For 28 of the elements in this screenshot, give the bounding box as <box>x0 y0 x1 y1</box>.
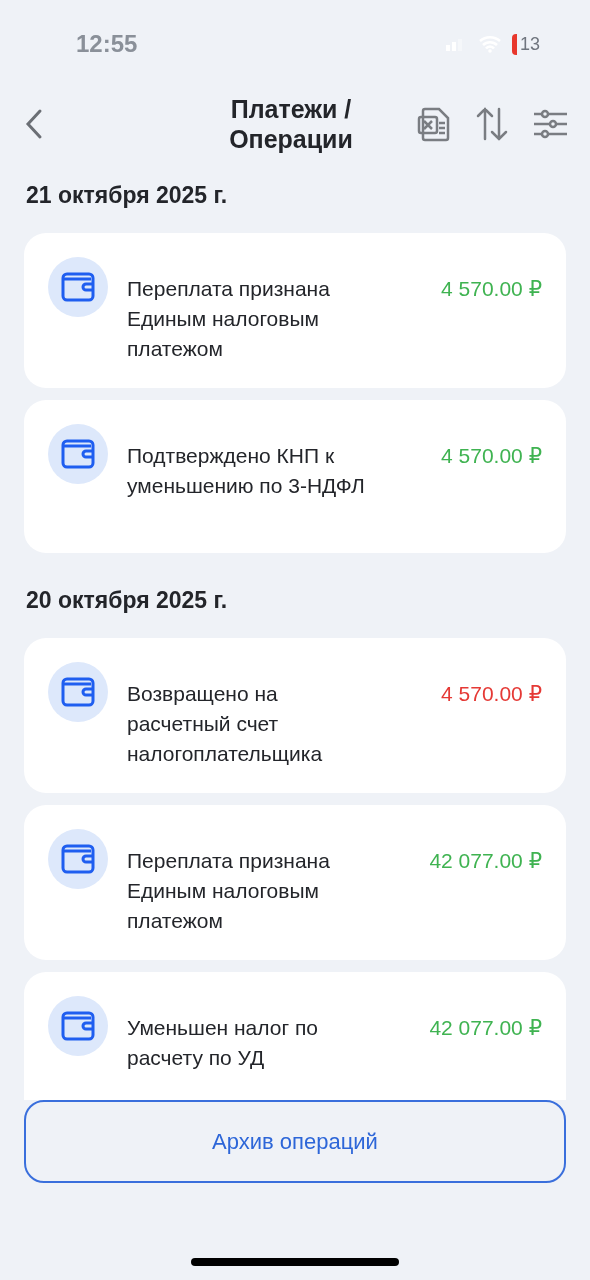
battery-level: 13 <box>511 33 540 55</box>
excel-export-button[interactable] <box>416 106 452 142</box>
wallet-icon <box>61 677 95 707</box>
operation-amount: 4 570.00 ₽ <box>441 681 542 707</box>
archive-button[interactable]: Архив операций <box>24 1100 566 1183</box>
operation-card[interactable]: Возвращено на расчетный счет налогоплательщика 4 570.00 ₽ <box>24 638 566 793</box>
operation-amount: 42 077.00 ₽ <box>429 1015 542 1041</box>
operation-amount: 4 570.00 ₽ <box>441 443 542 469</box>
operation-card[interactable]: Уменьшен налог по расчету по УД 42 077.00 ₽ <box>24 972 566 1100</box>
wallet-icon <box>61 439 95 469</box>
date-heading: 20 октября 2025 г. <box>25 586 229 615</box>
operation-card[interactable]: Подтверждено КНП к уменьшению по 3-НДФЛ 4 570.00 ₽ <box>24 400 566 553</box>
operation-title: Возвращено на расчетный счет налогоплательщика <box>127 681 324 767</box>
operation-title: Переплата признана Единым налоговым платежом <box>127 276 331 362</box>
date-heading: 21 октября 2025 г. <box>25 181 229 210</box>
operation-card[interactable]: Переплата признана Единым налоговым платежом 4 570.00 ₽ <box>24 233 566 388</box>
sort-button[interactable] <box>474 106 510 142</box>
operation-amount: 4 570.00 ₽ <box>441 276 542 302</box>
operation-title: Подтверждено КНП к уменьшению по 3-НДФЛ <box>127 443 366 499</box>
wallet-icon <box>61 272 95 302</box>
operation-title: Уменьшен налог по расчету по УД <box>127 1015 319 1071</box>
status-time: 12:55 <box>76 30 138 58</box>
operation-card[interactable]: Переплата признана Единым налоговым платежом 42 077.00 ₽ <box>24 805 566 960</box>
page-title: Платежи / Операции <box>228 94 354 154</box>
operation-amount: 42 077.00 ₽ <box>429 848 542 874</box>
wallet-icon <box>61 844 95 874</box>
wallet-icon <box>61 1011 95 1041</box>
operation-title: Переплата признана Единым налоговым платежом <box>127 848 331 934</box>
